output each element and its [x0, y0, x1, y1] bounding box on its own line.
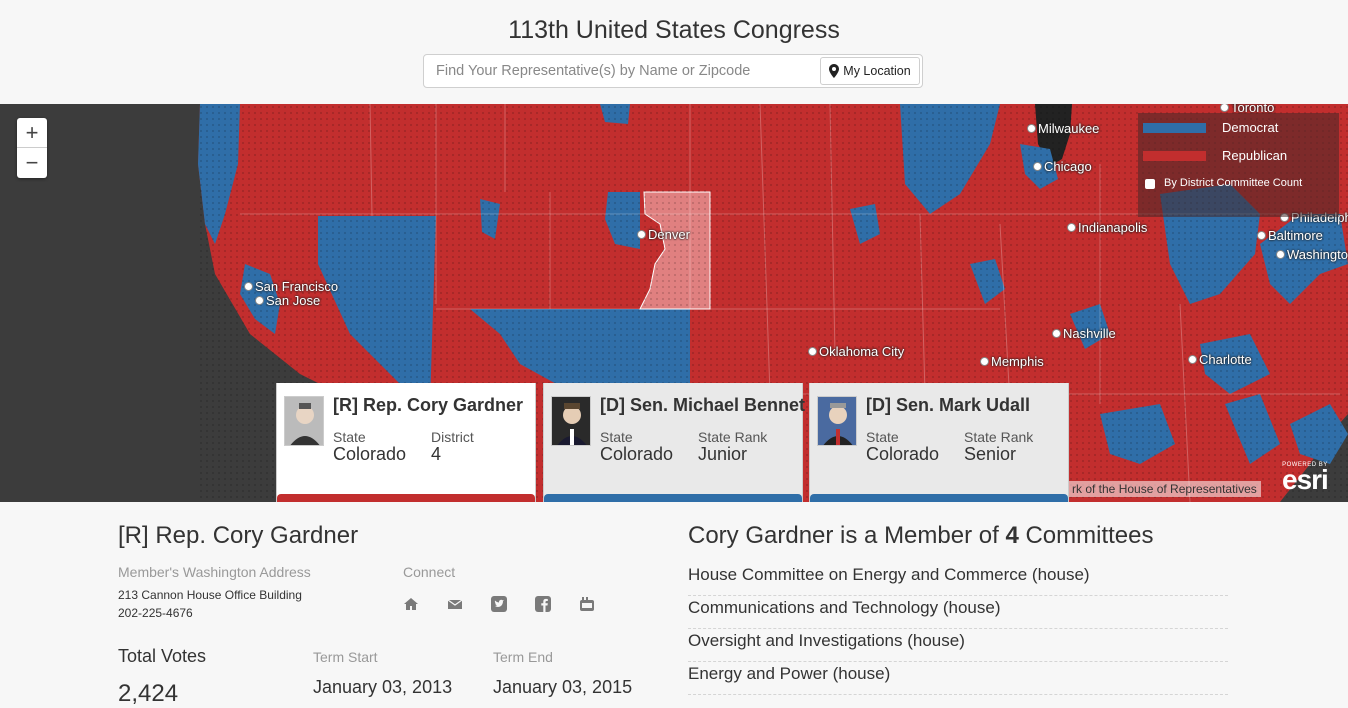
- term-start-value: January 03, 2013: [313, 677, 453, 697]
- party-bar-democrat: [810, 494, 1068, 502]
- district-label: District: [431, 429, 474, 445]
- democrat-swatch: [1143, 123, 1206, 133]
- state-rank-value: Senior: [964, 444, 1017, 464]
- map-legend: Democrat Republican By District Committe…: [1138, 113, 1339, 217]
- twitter-icon[interactable]: [491, 596, 507, 612]
- member-photo: [284, 396, 324, 446]
- committee-count-checkbox[interactable]: [1145, 179, 1155, 189]
- youtube-icon[interactable]: [579, 596, 595, 612]
- party-bar-democrat: [544, 494, 802, 502]
- city-label: Charlotte: [1188, 352, 1252, 367]
- member-card-udall[interactable]: [D] Sen. Mark Udall State Colorado State…: [809, 383, 1069, 502]
- committees-title-prefix: Cory Gardner is a Member of: [688, 522, 1006, 549]
- map-attribution: rk of the House of Representatives: [1068, 481, 1261, 497]
- map-pin-icon: [829, 64, 840, 78]
- my-location-button[interactable]: My Location: [820, 57, 920, 85]
- committee-item[interactable]: Energy and Power (house): [688, 662, 1228, 695]
- member-name: [R] Rep. Cory Gardner: [333, 395, 524, 415]
- connect-label: Connect: [403, 564, 456, 580]
- committee-count: 4: [1005, 522, 1019, 549]
- term-start-label: Term Start: [313, 649, 378, 665]
- committees-title: Cory Gardner is a Member of 4 Committees: [688, 522, 1154, 550]
- city-label: San Jose: [255, 293, 320, 308]
- city-label: Memphis: [980, 354, 1044, 369]
- member-photo: [817, 396, 857, 446]
- city-label: Oklahoma City: [808, 344, 904, 359]
- search-bar: My Location: [423, 54, 923, 88]
- member-card-gardner[interactable]: [R] Rep. Cory Gardner State Colorado Dis…: [276, 383, 536, 502]
- district-value: 4: [431, 444, 442, 464]
- committee-item[interactable]: Oversight and Investigations (house): [688, 629, 1228, 662]
- term-end-label: Term End: [493, 649, 553, 665]
- city-label: Chicago: [1033, 159, 1092, 174]
- zoom-out-button[interactable]: −: [17, 148, 47, 178]
- member-name: [D] Sen. Michael Bennet: [600, 395, 806, 415]
- city-label: Nashville: [1052, 326, 1116, 341]
- facebook-icon[interactable]: [535, 596, 551, 612]
- zoom-control: + −: [17, 118, 47, 178]
- state-label: State: [866, 429, 899, 445]
- esri-logo[interactable]: POWERED BY esri: [1282, 462, 1329, 495]
- committee-item[interactable]: Communications and Technology (house): [688, 596, 1228, 629]
- page-title: 113th United States Congress: [508, 16, 840, 44]
- committee-item[interactable]: House Committee on Energy and Commerce (…: [688, 563, 1228, 596]
- esri-wordmark: esri: [1282, 464, 1329, 495]
- member-card-bennet[interactable]: [D] Sen. Michael Bennet State Colorado S…: [543, 383, 806, 502]
- legend-republican: Republican: [1222, 148, 1288, 163]
- zoom-in-button[interactable]: +: [17, 118, 47, 148]
- city-label: Denver: [637, 227, 690, 242]
- state-value: Colorado: [600, 444, 674, 464]
- phone-value: 202-225-4676: [118, 606, 193, 620]
- address-label: Member's Washington Address: [118, 564, 311, 580]
- committee-count-label: By District Committee Count: [1164, 177, 1303, 189]
- state-label: State: [600, 429, 633, 445]
- search-input[interactable]: [424, 55, 820, 87]
- state-rank-value: Junior: [698, 444, 748, 464]
- detail-member-name: [R] Rep. Cory Gardner: [118, 522, 359, 549]
- republican-swatch: [1143, 151, 1206, 161]
- city-label: Indianapolis: [1067, 220, 1147, 235]
- city-label: San Francisco: [244, 279, 338, 294]
- city-label: Baltimore: [1257, 228, 1323, 243]
- mail-icon[interactable]: [447, 596, 463, 612]
- home-icon[interactable]: [403, 596, 419, 612]
- state-rank-label: State Rank: [964, 429, 1034, 445]
- total-votes-value: 2,424: [118, 680, 179, 707]
- member-name: [D] Sen. Mark Udall: [866, 395, 1031, 415]
- term-end-value: January 03, 2015: [493, 677, 633, 697]
- state-value: Colorado: [866, 444, 940, 464]
- committees-title-suffix: Committees: [1018, 522, 1154, 549]
- city-label: Washington: [1276, 247, 1348, 262]
- address-value: 213 Cannon House Office Building: [118, 588, 302, 602]
- state-label: State: [333, 429, 366, 445]
- legend-democrat: Democrat: [1222, 120, 1279, 135]
- state-value: Colorado: [333, 444, 407, 464]
- header: 113th United States Congress My Location: [0, 0, 1348, 104]
- party-bar-republican: [277, 494, 535, 502]
- member-photo: [551, 396, 591, 446]
- my-location-label: My Location: [843, 64, 911, 78]
- state-rank-label: State Rank: [698, 429, 768, 445]
- city-label: Milwaukee: [1027, 121, 1099, 136]
- total-votes-label: Total Votes: [118, 646, 207, 666]
